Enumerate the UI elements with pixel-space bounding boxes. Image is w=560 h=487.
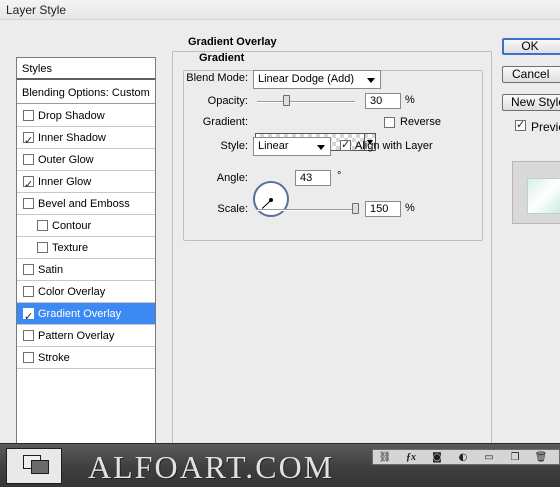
inner-glow-checkbox[interactable] [23, 174, 34, 196]
watermark: ALFOART.COM [88, 449, 335, 485]
layer-actions: ⛓ ƒx ◙ ◐ ▭ ❐ 🗑 [372, 449, 560, 465]
angle-center [269, 198, 273, 202]
style-item-label: Stroke [38, 352, 70, 364]
reverse-label: Reverse [400, 116, 441, 128]
drop-shadow-checkbox[interactable] [23, 110, 34, 121]
scale-label: Scale: [217, 203, 248, 215]
style-item-label: Bevel and Emboss [38, 198, 130, 210]
new-layer-icon[interactable]: ❐ [505, 451, 525, 464]
cancel-button[interactable]: Cancel [502, 66, 560, 83]
ok-button[interactable]: OK [502, 38, 560, 55]
new-style-button[interactable]: New Style... [502, 94, 560, 111]
style-item-contour[interactable]: Contour [17, 215, 155, 237]
fx-icon[interactable]: ƒx [401, 451, 421, 464]
blend-mode-value: Linear Dodge (Add) [258, 73, 355, 85]
style-item-bevel-and-emboss[interactable]: Bevel and Emboss [17, 193, 155, 215]
style-item-texture[interactable]: Texture [17, 237, 155, 259]
style-item-label: Outer Glow [38, 154, 94, 166]
preview-checkbox[interactable] [515, 118, 526, 131]
style-item-label: Inner Shadow [38, 132, 106, 144]
opacity-unit: % [405, 94, 415, 106]
folder-icon[interactable]: ▭ [479, 451, 499, 464]
chevron-down-icon [317, 145, 325, 150]
align-with-layer-label: Align with Layer [355, 140, 433, 152]
style-item-label: Contour [52, 220, 92, 232]
foreground-color-swatch[interactable] [31, 460, 49, 474]
contour-checkbox[interactable] [37, 220, 48, 231]
stroke-checkbox[interactable] [23, 352, 34, 363]
style-item-label: Gradient Overlay [38, 308, 122, 320]
align-with-layer-checkbox[interactable] [340, 138, 351, 151]
style-item-drop-shadow[interactable]: Drop Shadow [17, 105, 155, 127]
color-swatches[interactable] [6, 448, 62, 484]
preview-thumbnail [527, 178, 560, 214]
outer-glow-checkbox[interactable] [23, 154, 34, 165]
style-value: Linear [258, 140, 289, 152]
opacity-slider-track[interactable] [257, 101, 355, 103]
opacity-slider-thumb[interactable] [283, 95, 291, 106]
style-item-stroke[interactable]: Stroke [17, 347, 155, 369]
style-label: Style: [220, 140, 248, 152]
style-item-label: Styles [22, 63, 52, 75]
chevron-down-icon [367, 78, 375, 83]
style-item-inner-shadow[interactable]: Inner Shadow [17, 127, 155, 152]
angle-label: Angle: [216, 172, 248, 184]
reverse-checkbox[interactable] [384, 117, 395, 128]
style-item-color-overlay[interactable]: Color Overlay [17, 281, 155, 303]
blend-mode-select[interactable]: Linear Dodge (Add) [253, 70, 381, 89]
color-overlay-checkbox[interactable] [23, 286, 34, 297]
style-item-label: Blending Options: Custom [22, 87, 150, 99]
angle-input[interactable]: 43 [295, 170, 331, 186]
gradient-label: Gradient: [202, 116, 248, 128]
adjustment-icon[interactable]: ◐ [453, 451, 473, 464]
angle-dial[interactable] [253, 181, 289, 217]
scale-slider-thumb[interactable] [352, 203, 359, 214]
style-item-pattern-overlay[interactable]: Pattern Overlay [17, 325, 155, 347]
inner-shadow-checkbox[interactable] [23, 130, 34, 152]
blend-mode-label: Blend Mode: [186, 72, 248, 84]
preview-label: Preview [531, 120, 560, 134]
style-item-label: Drop Shadow [38, 110, 105, 122]
window-title: Layer Style [6, 3, 67, 17]
scale-slider-track[interactable] [257, 209, 355, 211]
opacity-input[interactable]: 30 [365, 93, 401, 109]
style-preview [512, 161, 560, 224]
angle-unit: ° [337, 170, 342, 182]
style-item-label: Color Overlay [38, 286, 106, 298]
satin-checkbox[interactable] [23, 264, 34, 275]
section-title: Gradient Overlay [186, 36, 279, 48]
pattern-overlay-checkbox[interactable] [23, 330, 34, 341]
scale-input[interactable]: 150 [365, 201, 401, 217]
styles-list: Styles Blending Options: Custom Drop Shado… [16, 57, 156, 445]
opacity-label: Opacity: [207, 95, 248, 107]
mask-icon[interactable]: ◙ [427, 451, 447, 464]
scale-unit: % [405, 202, 415, 214]
group-title: Gradient [197, 52, 247, 64]
style-item-satin[interactable]: Satin [17, 259, 155, 281]
style-item-inner-glow[interactable]: Inner Glow [17, 171, 155, 196]
style-item-outer-glow[interactable]: Outer Glow [17, 149, 155, 171]
layers-panel-bar: ALFOART.COM ⛓ ƒx ◙ ◐ ▭ ❐ 🗑 [0, 443, 560, 487]
style-select[interactable]: Linear [253, 137, 331, 156]
bevel-and-emboss-checkbox[interactable] [23, 198, 34, 209]
trash-icon[interactable]: 🗑 [531, 451, 551, 464]
texture-checkbox[interactable] [37, 242, 48, 253]
style-item-blending-options-custom[interactable]: Blending Options: Custom [17, 82, 155, 104]
style-item-styles[interactable]: Styles [17, 58, 155, 80]
style-item-label: Texture [52, 242, 89, 254]
style-item-label: Inner Glow [38, 176, 92, 188]
style-item-label: Satin [38, 264, 64, 276]
gradient-overlay-checkbox[interactable] [23, 306, 34, 328]
style-item-label: Pattern Overlay [38, 330, 115, 342]
style-item-gradient-overlay[interactable]: Gradient Overlay [17, 303, 155, 328]
title-bar: Layer Style [0, 0, 560, 20]
layer-style-dialog: Styles Blending Options: Custom Drop Shado… [0, 20, 560, 446]
link-icon[interactable]: ⛓ [375, 451, 395, 464]
